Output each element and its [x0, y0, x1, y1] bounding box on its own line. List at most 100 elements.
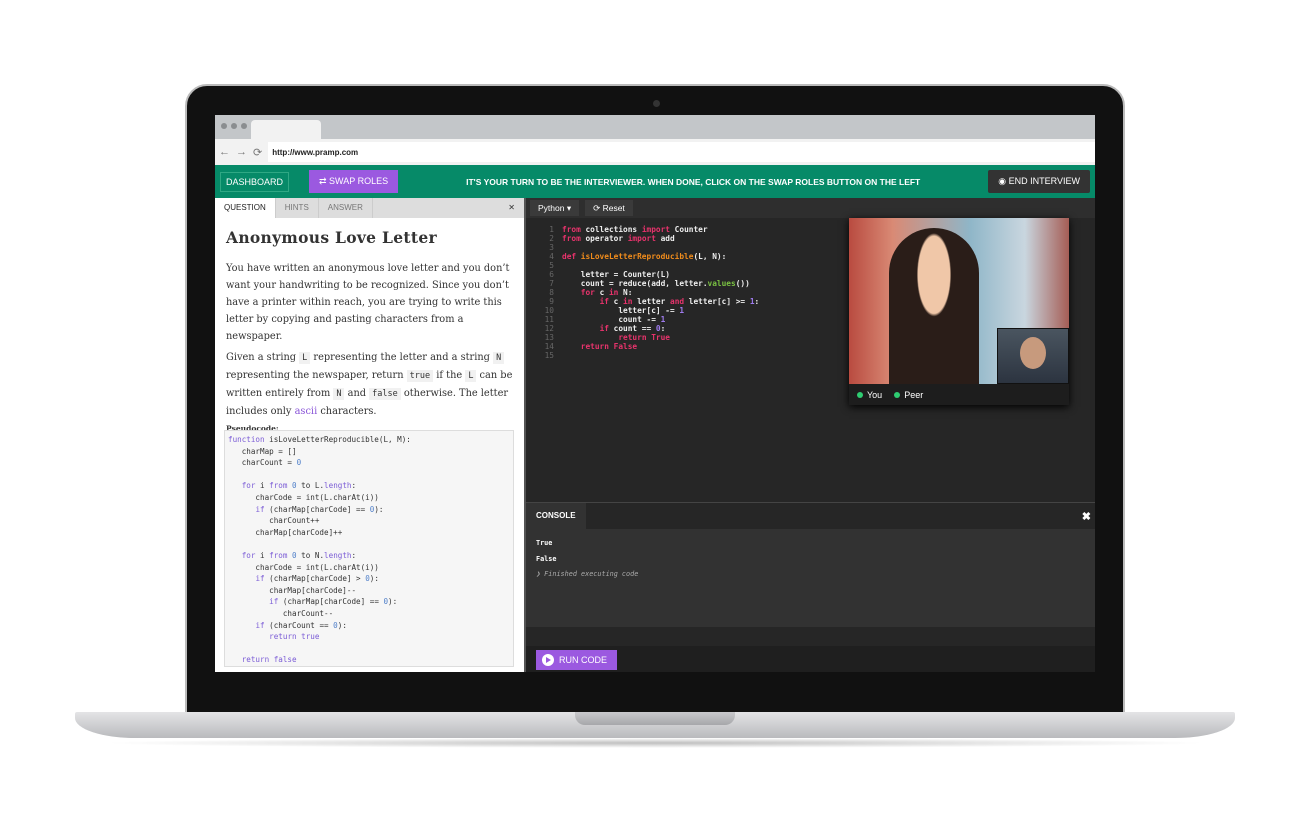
console-tab[interactable]: CONSOLE [526, 503, 586, 529]
code-token: : [754, 297, 760, 306]
record-icon: ◉ [998, 176, 1009, 186]
browser-tab[interactable] [251, 120, 321, 139]
code-line: charCode = int(L.charAt(i)) [228, 562, 510, 574]
run-bar: RUN CODE [526, 646, 1095, 672]
code-line: charCount++ [228, 515, 510, 527]
line-number: 12 [544, 324, 554, 333]
code-token: return true [269, 632, 320, 642]
code-token: if [255, 620, 265, 630]
you-label: You [857, 390, 882, 400]
code-token: if [255, 504, 265, 514]
tab-question[interactable]: QUESTION [215, 198, 276, 218]
pseudocode-block: function isLoveLetterReproducible(L, M):… [224, 430, 514, 667]
code-token: : [351, 481, 357, 491]
close-icon[interactable]: ✕ [499, 198, 524, 218]
play-icon [542, 654, 554, 666]
code-token: (charCount == [264, 620, 334, 630]
code-token: Counter [669, 225, 708, 234]
console-panel: CONSOLE ✖ True False ❯ Finished executin… [526, 502, 1095, 627]
code-token: 0 [296, 458, 302, 468]
code-token: from [269, 550, 288, 560]
tab-hints[interactable]: HINTS [276, 198, 319, 218]
code-token: isLoveLetterReproducible(L, M): [269, 435, 411, 444]
forward-icon[interactable]: → [236, 146, 247, 158]
turn-message: IT'S YOUR TURN TO BE THE INTERVIEWER. WH… [466, 176, 921, 187]
code-line: charCount = 0 [228, 457, 510, 469]
text: representing the newspaper, return [226, 370, 407, 381]
webcam [653, 100, 660, 107]
tab-answer[interactable]: ANSWER [319, 198, 373, 218]
code-token: charCount-- [228, 608, 334, 618]
code-token: def [562, 252, 581, 261]
swap-roles-button[interactable]: ⇄ SWAP ROLES [309, 170, 399, 193]
inline-code: L [465, 370, 477, 382]
code-token: if [255, 574, 265, 584]
ascii-link[interactable]: ascii [295, 406, 318, 417]
code-token: charCode = int(L.charAt(i)) [228, 562, 379, 572]
code-token: letter[c] >= [684, 297, 750, 306]
code-token: for [241, 550, 256, 560]
code-token: from [562, 234, 581, 243]
code-token: return False [580, 342, 638, 351]
code-token: collections [580, 225, 642, 234]
status-dot-icon [857, 391, 863, 398]
code-line: charMap[charCode]++ [228, 527, 510, 539]
window-controls[interactable] [221, 123, 247, 129]
video-panel: You Peer [849, 218, 1069, 405]
inline-code: N [333, 388, 345, 400]
console-status: ❯ Finished executing code [536, 570, 639, 578]
status-dot-icon [894, 391, 901, 398]
line-number: 6 [549, 270, 554, 279]
close-console-icon[interactable]: ✖ [1078, 503, 1095, 529]
line-number: 5 [549, 261, 554, 270]
code-token: and [670, 297, 685, 306]
line-number: 9 [549, 297, 554, 306]
code-token: in [608, 288, 619, 297]
question-paragraph-2: Given a string L representing the letter… [226, 349, 513, 420]
code-line: if (charMap[charCode] == 0): [228, 596, 510, 608]
laptop-notch [575, 712, 735, 725]
dashboard-button[interactable]: DASHBOARD [220, 171, 290, 192]
code-token: if [269, 597, 279, 607]
back-icon[interactable]: ← [219, 146, 230, 158]
text: representing the letter and a string [310, 352, 494, 363]
code-line: for i from 0 to N.length: [228, 550, 510, 562]
code-token: from [562, 225, 581, 234]
reset-button[interactable]: ⟳ Reset [585, 200, 633, 216]
code-token: function [228, 435, 270, 444]
text: if the [433, 370, 466, 381]
run-code-button[interactable]: RUN CODE [536, 650, 618, 670]
line-number: 15 [544, 351, 554, 360]
end-interview-button[interactable]: ◉ END INTERVIEW [988, 170, 1090, 193]
language-select[interactable]: Python ▾ [530, 200, 580, 216]
laptop-shadow [100, 738, 1210, 748]
peer-label: Peer [894, 390, 923, 400]
code-token: to L. [296, 481, 325, 491]
line-number: 2 [549, 234, 554, 243]
video-feed-you [849, 218, 1069, 384]
end-interview-label: END INTERVIEW [1008, 176, 1080, 186]
reload-icon[interactable]: ⟳ [253, 146, 262, 159]
code-token: values [707, 279, 736, 288]
url-input[interactable]: http://www.pramp.com [268, 142, 1095, 162]
code-token: if [599, 324, 609, 333]
text: Given a string [226, 352, 300, 363]
code-token: to N. [296, 550, 325, 560]
code-token: return True [618, 333, 670, 342]
address-bar: ← → ⟳ http://www.pramp.com [215, 139, 1095, 165]
console-output-line: False [536, 554, 557, 563]
code-line: function isLoveLetterReproducible(L, M): [228, 434, 510, 446]
code-token: ): [374, 504, 384, 514]
code-token: ()) [735, 279, 750, 288]
code-token: import [641, 225, 670, 234]
